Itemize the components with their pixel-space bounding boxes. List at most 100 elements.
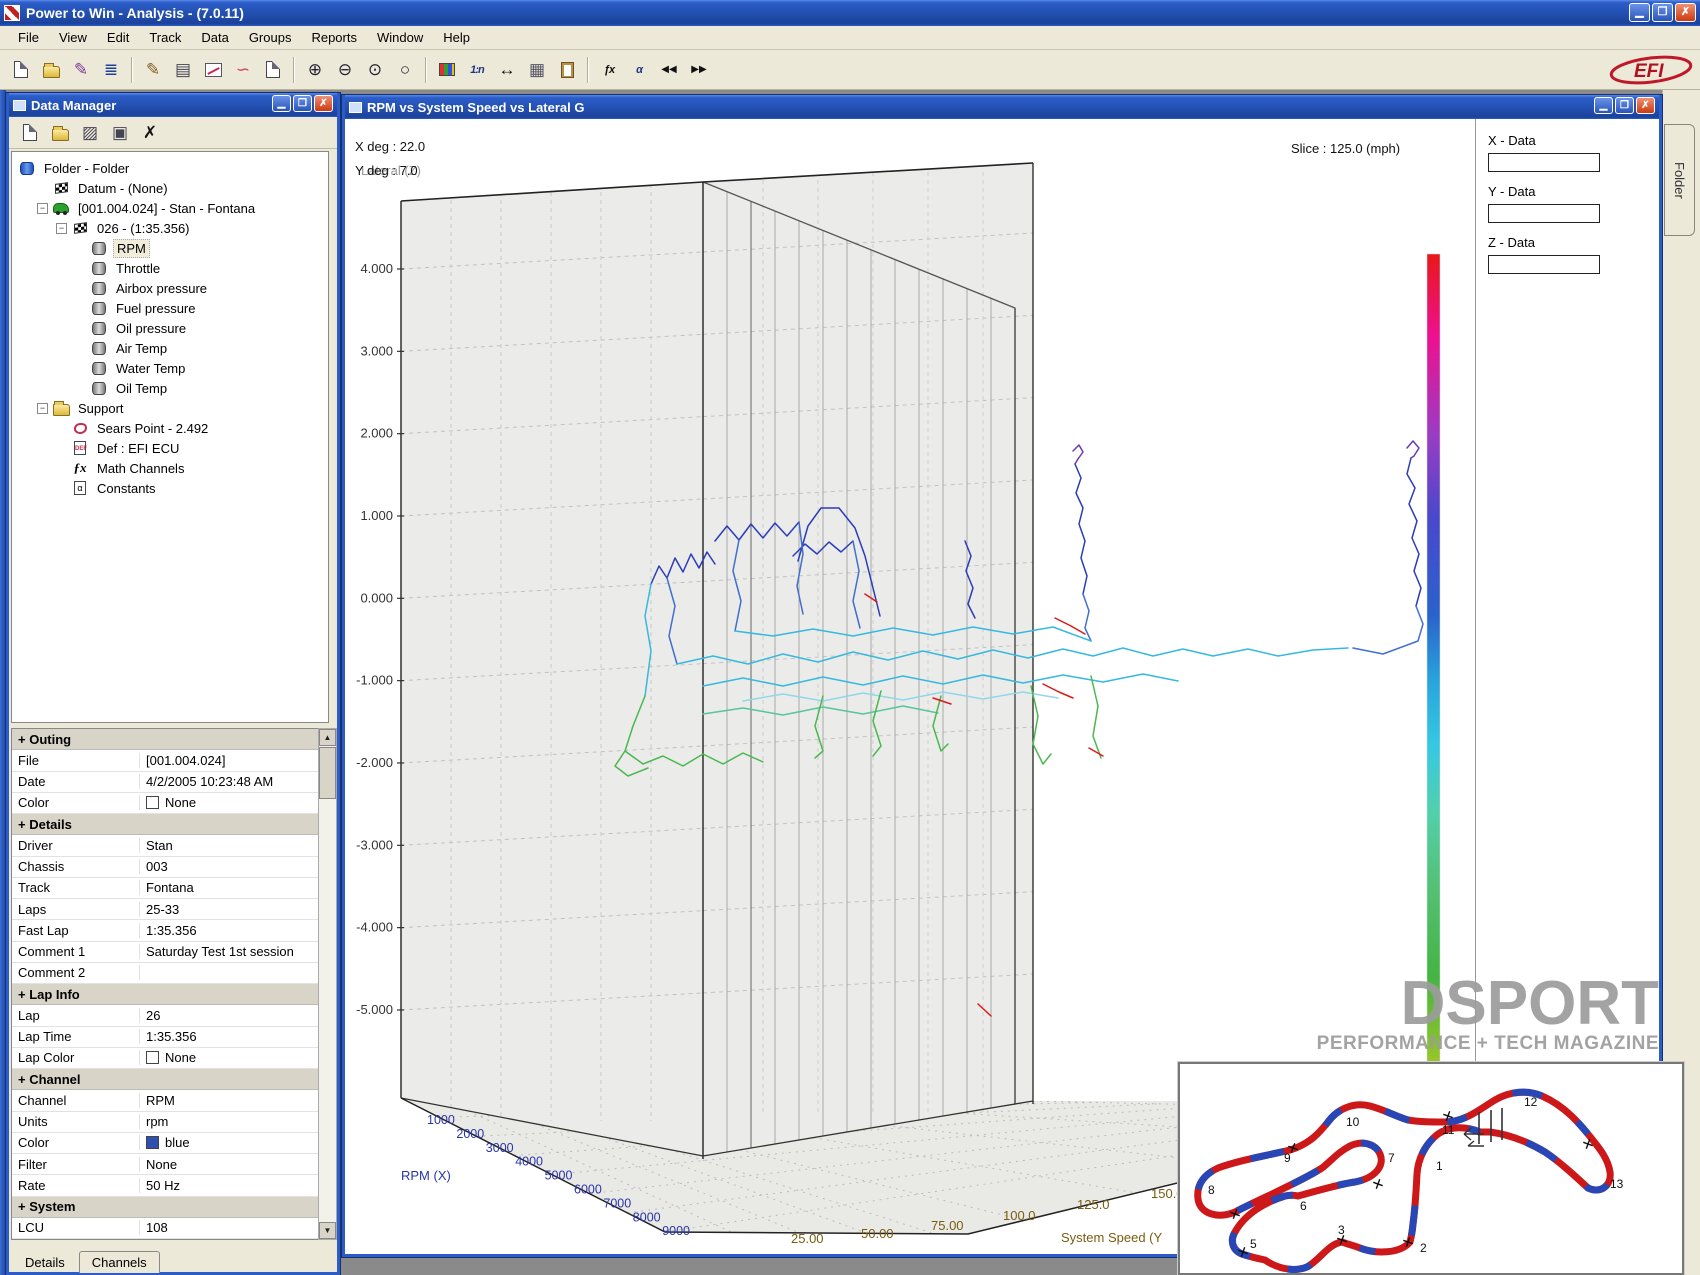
scroll-thumb[interactable]: [319, 747, 336, 799]
grid-section-channel[interactable]: + Channel: [12, 1069, 330, 1090]
step-back-icon[interactable]: ◀◀: [655, 56, 683, 84]
grid-row-comment-1[interactable]: Comment 1Saturday Test 1st session: [12, 942, 330, 963]
tree-item-sears-point-2-492[interactable]: Sears Point - 2.492: [12, 418, 328, 438]
menu-data[interactable]: Data: [191, 27, 238, 48]
export-list-icon[interactable]: ≣: [97, 56, 125, 84]
z-data-input[interactable]: [1488, 255, 1600, 274]
grid-section-system[interactable]: + System: [12, 1197, 330, 1218]
zoom-out-icon[interactable]: ⊖: [331, 56, 359, 84]
grid-row-comment-2[interactable]: Comment 2: [12, 963, 330, 984]
open-folder-icon[interactable]: [46, 119, 74, 147]
data-manager-titlebar[interactable]: Data Manager ▁ ❐ ✗: [9, 93, 337, 117]
tree-item-support[interactable]: −Support: [12, 398, 328, 418]
properties-icon[interactable]: ▨: [76, 119, 104, 147]
step-forward-icon[interactable]: ▶▶: [685, 56, 713, 84]
tab-details[interactable]: Details: [13, 1252, 77, 1273]
clipboard-icon[interactable]: [553, 56, 581, 84]
tree-expander[interactable]: −: [37, 403, 48, 414]
math-fx-icon[interactable]: ƒx: [595, 56, 623, 84]
grid-row-file[interactable]: File[001.004.024]: [12, 750, 330, 771]
grid-row-track[interactable]: TrackFontana: [12, 878, 330, 899]
scale-1n-icon[interactable]: 1:n: [463, 56, 491, 84]
grid-row-fast-lap[interactable]: Fast Lap1:35.356: [12, 920, 330, 941]
y-data-input[interactable]: [1488, 204, 1600, 223]
tree-item-math-channels[interactable]: ƒxMath Channels: [12, 458, 328, 478]
menu-help[interactable]: Help: [433, 27, 480, 48]
grid-row-units[interactable]: Unitsrpm: [12, 1112, 330, 1133]
x-data-input[interactable]: [1488, 153, 1600, 172]
grid-row-color[interactable]: Colorblue: [12, 1133, 330, 1154]
scroll-down-button[interactable]: ▼: [319, 1222, 336, 1239]
dm-maximize-button[interactable]: ❐: [293, 95, 312, 112]
grid-row-filter[interactable]: FilterNone: [12, 1154, 330, 1175]
menu-view[interactable]: View: [49, 27, 97, 48]
menu-track[interactable]: Track: [139, 27, 191, 48]
constants-doc-icon[interactable]: α: [625, 56, 653, 84]
grid-row-chassis[interactable]: Chassis003: [12, 857, 330, 878]
grid-row-rate[interactable]: Rate50 Hz: [12, 1175, 330, 1196]
grid-row-lap[interactable]: Lap26: [12, 1005, 330, 1026]
tree-item-001-004-024-stan-fontana[interactable]: −[001.004.024] - Stan - Fontana: [12, 198, 328, 218]
tree-item-rpm[interactable]: RPM: [12, 238, 328, 258]
span-width-icon[interactable]: ↔: [493, 56, 521, 84]
tab-channels[interactable]: Channels: [79, 1251, 160, 1273]
grid-row-lap-time[interactable]: Lap Time1:35.356: [12, 1027, 330, 1048]
zoom-page-icon[interactable]: ⊙: [361, 56, 389, 84]
menu-reports[interactable]: Reports: [301, 27, 367, 48]
grid-section-details[interactable]: + Details: [12, 814, 330, 835]
close-button[interactable]: ✗: [1675, 3, 1696, 22]
chart-minimize-button[interactable]: ▁: [1594, 97, 1613, 114]
grid-row-lap-color[interactable]: Lap ColorNone: [12, 1048, 330, 1069]
maximize-button[interactable]: ❐: [1652, 3, 1673, 22]
zoom-in-icon[interactable]: ⊕: [301, 56, 329, 84]
print-icon[interactable]: ▤: [169, 56, 197, 84]
menu-file[interactable]: File: [8, 27, 49, 48]
chart-maximize-button[interactable]: ❐: [1615, 97, 1634, 114]
tree-item-oil-temp[interactable]: Oil Temp: [12, 378, 328, 398]
grid-row-lcu[interactable]: LCU108: [12, 1218, 330, 1239]
new-document-icon[interactable]: [16, 119, 44, 147]
tree-item-oil-pressure[interactable]: Oil pressure: [12, 318, 328, 338]
scroll-up-button[interactable]: ▲: [319, 729, 336, 746]
dm-close-button[interactable]: ✗: [314, 95, 333, 112]
grid-diagonal-icon[interactable]: ▦: [523, 56, 551, 84]
open-folder-icon[interactable]: [37, 56, 65, 84]
details-grid-scrollbar[interactable]: ▲ ▼: [318, 728, 337, 1240]
minimize-button[interactable]: ▁: [1629, 3, 1650, 22]
tree-expander[interactable]: −: [56, 223, 67, 234]
tree-item-airbox-pressure[interactable]: Airbox pressure: [12, 278, 328, 298]
tree-item-water-temp[interactable]: Water Temp: [12, 358, 328, 378]
grid-row-color[interactable]: ColorNone: [12, 793, 330, 814]
menu-edit[interactable]: Edit: [97, 27, 139, 48]
tree-item-datum-none[interactable]: Datum - (None): [12, 178, 328, 198]
folder-side-tab[interactable]: Folder: [1664, 124, 1695, 236]
chart-window-titlebar[interactable]: RPM vs System Speed vs Lateral G ▁ ❐ ✗: [345, 95, 1659, 119]
tree-item-folder-folder[interactable]: Folder - Folder: [12, 158, 328, 178]
new-document-icon[interactable]: [7, 56, 35, 84]
chart-dropdown-icon[interactable]: [199, 56, 227, 84]
dm-minimize-button[interactable]: ▁: [272, 95, 291, 112]
tree-item-fuel-pressure[interactable]: Fuel pressure: [12, 298, 328, 318]
import-pen-icon[interactable]: ✎: [67, 56, 95, 84]
grid-row-laps[interactable]: Laps25-33: [12, 899, 330, 920]
frame-icon[interactable]: ▣: [106, 119, 134, 147]
track-shape-icon[interactable]: ∽: [229, 56, 257, 84]
grid-section-outing[interactable]: + Outing: [12, 729, 330, 750]
tree-item-air-temp[interactable]: Air Temp: [12, 338, 328, 358]
grid-row-channel[interactable]: ChannelRPM: [12, 1090, 330, 1111]
menu-window[interactable]: Window: [367, 27, 433, 48]
tree-item-def-efi-ecu[interactable]: DEFDef : EFI ECU: [12, 438, 328, 458]
grid-row-date[interactable]: Date4/2/2005 10:23:48 AM: [12, 772, 330, 793]
delete-icon[interactable]: ✗: [136, 119, 164, 147]
edit-note-icon[interactable]: ✎: [139, 56, 167, 84]
color-palette-icon[interactable]: [433, 56, 461, 84]
tree-item-026-1-35-356[interactable]: −026 - (1:35.356): [12, 218, 328, 238]
grid-row-driver[interactable]: DriverStan: [12, 835, 330, 856]
copy-pages-icon[interactable]: [259, 56, 287, 84]
menu-groups[interactable]: Groups: [239, 27, 302, 48]
tree-expander[interactable]: −: [37, 203, 48, 214]
tree-item-throttle[interactable]: Throttle: [12, 258, 328, 278]
grid-section-lap-info[interactable]: + Lap Info: [12, 984, 330, 1005]
chart-close-button[interactable]: ✗: [1636, 97, 1655, 114]
tree-item-constants[interactable]: αConstants: [12, 478, 328, 498]
